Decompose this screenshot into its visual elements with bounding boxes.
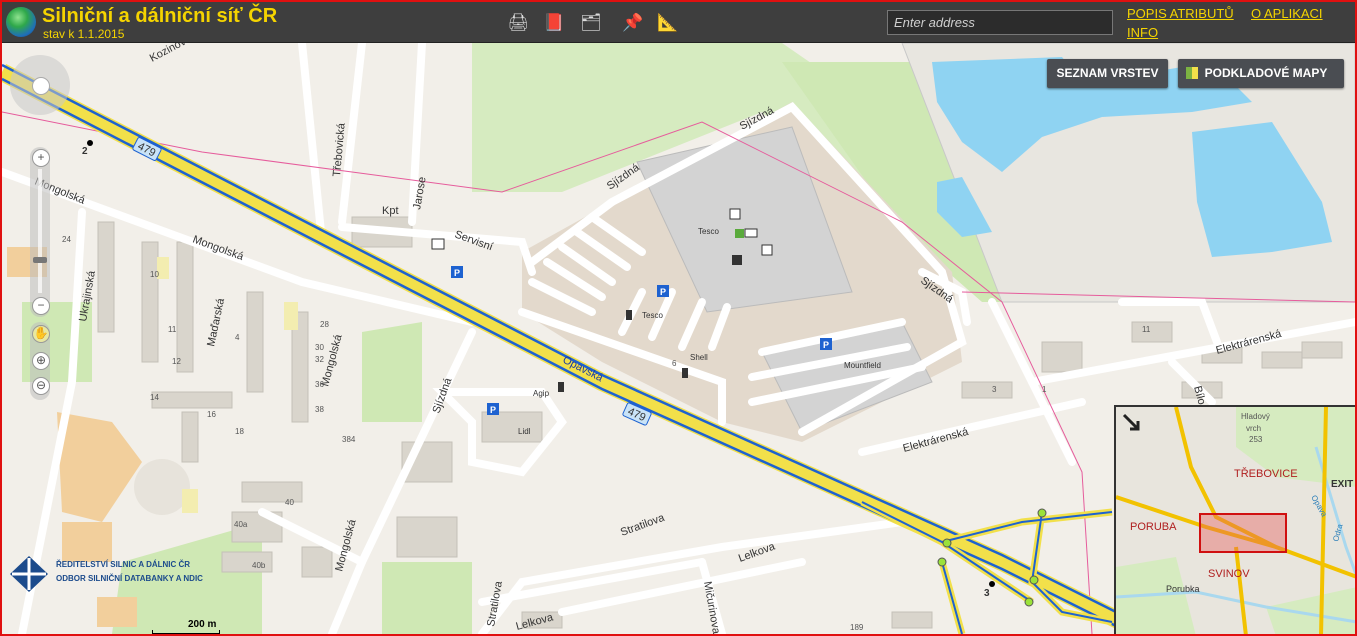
globe-logo-icon <box>6 7 36 37</box>
house-number: 384 <box>342 435 356 444</box>
house-number: 11 <box>168 325 177 334</box>
house-number: 40a <box>234 520 248 529</box>
house-number: 11 <box>1142 325 1151 334</box>
house-number: 38 <box>315 405 324 414</box>
overview-map[interactable]: TŘEBOVICE PORUBA Porubka SVINOV EXIT Hla… <box>1114 405 1357 636</box>
layer-list-button[interactable]: SEZNAM VRSTEV <box>1047 59 1168 88</box>
zoom-slider[interactable]: + − <box>30 147 50 317</box>
tool-bar: ✋ ⊕ ⊖ <box>30 322 50 400</box>
house-number: 1 <box>1042 385 1047 394</box>
book-icon[interactable]: 📕 <box>542 11 566 35</box>
house-number: 12 <box>172 357 181 366</box>
zoom-out-icon[interactable]: − <box>32 297 50 315</box>
hand-pan-icon[interactable]: ✋ <box>32 325 50 343</box>
poi-mountfield: Mountfield <box>844 361 881 370</box>
zoom-box-out-icon[interactable]: ⊖ <box>32 377 50 395</box>
zoom-box-in-icon[interactable]: ⊕ <box>32 352 50 370</box>
app-frame: 479 479 2 3 Kozinova Třebovická Jarose K… <box>0 0 1357 636</box>
house-number: 40b <box>252 561 266 570</box>
zoom-track[interactable] <box>38 169 42 293</box>
overview-porubka: Porubka <box>1166 584 1200 594</box>
basemaps-button-label: PODKLADOVÉ MAPY <box>1204 66 1328 80</box>
rsd-logo: ŘEDITELSTVÍ SILNIC A DÁLNIC ČR ODBOR SIL… <box>8 554 208 594</box>
poi-agip: Agip <box>533 389 550 398</box>
svg-text:P: P <box>823 340 829 350</box>
scale-label: 200 m <box>188 619 217 630</box>
pin-icon[interactable]: 📌 <box>621 11 645 35</box>
km-marker-2: 2 <box>82 146 88 157</box>
overview-hladovy: Hladový <box>1241 412 1270 421</box>
poi-lidl: Lidl <box>518 427 531 436</box>
overview-exit: EXIT <box>1331 479 1353 490</box>
overview-elevation: 253 <box>1249 435 1263 444</box>
overview-vrch: vrch <box>1246 424 1261 433</box>
house-number: 14 <box>150 393 159 402</box>
house-number: 32 <box>315 355 324 364</box>
about-link[interactable]: O APLIKACI <box>1251 6 1323 21</box>
layers-icon[interactable]: 🗂 <box>579 11 603 35</box>
atm-icon <box>732 255 742 265</box>
house-number: 3 <box>992 385 997 394</box>
house-number: 24 <box>62 235 71 244</box>
scale-bar <box>152 630 220 634</box>
fuel-icon <box>682 368 688 378</box>
logo-line-2: ODBOR SILNIČNÍ DATABANKY A NDIC <box>56 574 203 583</box>
km-marker-3: 3 <box>984 588 990 599</box>
house-number: 16 <box>207 410 216 419</box>
house-number: 10 <box>150 270 159 279</box>
header-bar: Silniční a dálniční síť ČR stav k 1.1.20… <box>2 2 1355 43</box>
logo-line-1: ŘEDITELSTVÍ SILNIC A DÁLNIC ČR <box>56 560 191 569</box>
zoom-in-icon[interactable]: + <box>32 149 50 167</box>
attributes-link[interactable]: POPIS ATRIBUTŮ <box>1127 6 1234 21</box>
globe-center-icon <box>32 77 50 95</box>
pan-compass[interactable] <box>10 55 70 115</box>
poi-tesco-1: Tesco <box>698 227 719 236</box>
address-search-input[interactable] <box>887 10 1113 35</box>
overview-trebovice: TŘEBOVICE <box>1234 467 1298 480</box>
house-number: 18 <box>235 427 244 436</box>
basemaps-button[interactable]: PODKLADOVÉ MAPY <box>1178 59 1344 88</box>
house-number: 28 <box>320 320 329 329</box>
street-kpt: Kpt <box>382 205 399 217</box>
house-number: 30 <box>315 343 324 352</box>
bank-icon <box>729 208 741 220</box>
house-number: 36 <box>315 380 324 389</box>
overview-svinov: SVINOV <box>1208 568 1250 580</box>
pharmacy-icon <box>735 229 744 238</box>
svg-text:P: P <box>490 405 496 415</box>
fuel-icon <box>558 382 564 392</box>
house-number: 6 <box>672 359 677 368</box>
rsd-emblem-icon <box>10 556 48 592</box>
zoom-handle[interactable] <box>33 257 47 263</box>
overview-canvas[interactable]: TŘEBOVICE PORUBA Porubka SVINOV EXIT Hla… <box>1116 407 1357 636</box>
post-icon <box>744 228 758 238</box>
house-number: 189 <box>850 623 864 632</box>
bus-stop-icon <box>431 238 445 250</box>
basemap-grid-icon <box>1186 67 1198 79</box>
poi-tesco-2: Tesco <box>642 311 663 320</box>
svg-text:P: P <box>660 287 666 297</box>
fuel-icon <box>626 310 632 320</box>
house-number: 40 <box>285 498 294 507</box>
overview-poruba: PORUBA <box>1130 521 1177 533</box>
poi-shell: Shell <box>690 353 708 362</box>
info-link[interactable]: INFO <box>1127 25 1158 40</box>
svg-text:P: P <box>454 268 460 278</box>
house-number: 4 <box>235 333 240 342</box>
measure-icon[interactable]: 📐 <box>656 11 680 35</box>
print-icon[interactable]: 🖨 <box>506 11 530 35</box>
overview-extent-box[interactable] <box>1199 513 1287 553</box>
app-title: Silniční a dálniční síť ČR <box>42 5 278 27</box>
bank-icon <box>761 244 773 256</box>
app-subtitle: stav k 1.1.2015 <box>43 27 125 41</box>
